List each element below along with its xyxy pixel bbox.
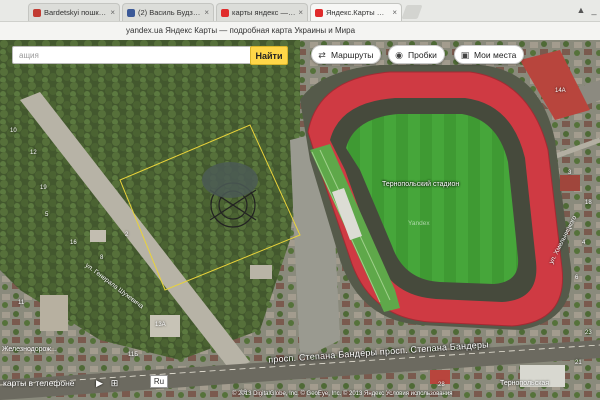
apple-store-icon[interactable] bbox=[80, 378, 90, 388]
browser-tab[interactable]: (2) Василь Будзик - В Бога × bbox=[122, 3, 214, 21]
stadium-label[interactable]: Тернопольский стадион bbox=[382, 181, 459, 188]
house-number: 16 bbox=[70, 240, 77, 246]
copyright-text: © 2013 DigitalGlobe, Inc. © GeoEye, Inc.… bbox=[232, 391, 453, 397]
page-title: yandex.ua Яндекс Карты — подробная карта… bbox=[126, 26, 356, 35]
tab-title: Bardetskyi пошкрие д bbox=[44, 8, 109, 17]
user-profile-icon[interactable]: ▲ bbox=[575, 4, 587, 16]
route-icon: ⇄ bbox=[318, 49, 326, 60]
bookmark-icon: ▣ bbox=[460, 49, 470, 60]
minimize-window-icon[interactable]: _ bbox=[588, 4, 600, 16]
my-places-button[interactable]: ▣ Мои места bbox=[454, 45, 525, 64]
house-number: 6 bbox=[575, 275, 579, 281]
house-number: 11Б bbox=[128, 352, 139, 358]
district-label: Железнодорож... bbox=[2, 346, 57, 353]
traffic-button[interactable]: ◉ Пробки bbox=[388, 45, 445, 64]
tab-title: (2) Василь Будзик - В Бога bbox=[138, 8, 202, 17]
browser-tab[interactable]: карты яндекс — Яндекс: на × bbox=[216, 3, 308, 21]
tab-close-icon[interactable]: × bbox=[390, 8, 397, 17]
tab-favicon-icon bbox=[127, 8, 135, 17]
house-number: 5 bbox=[45, 212, 49, 218]
house-number: 19 bbox=[40, 185, 47, 191]
house-number: 23 bbox=[585, 330, 592, 336]
tab-close-icon[interactable]: × bbox=[296, 8, 303, 17]
traffic-label: Пробки bbox=[408, 49, 437, 60]
satellite-map[interactable] bbox=[0, 40, 600, 400]
house-number: 13А bbox=[155, 322, 166, 328]
browser-tab-active[interactable]: Яндекс.Карты — подробная × bbox=[310, 3, 402, 21]
tab-title: Яндекс.Карты — подробная bbox=[326, 8, 391, 17]
house-number: 2 bbox=[125, 232, 129, 238]
routes-button[interactable]: ⇄ Маршруты bbox=[311, 45, 382, 64]
house-number: 8 bbox=[100, 255, 104, 261]
house-number: 14А bbox=[555, 88, 566, 94]
house-number: 10 bbox=[10, 128, 17, 134]
house-number: 28 bbox=[438, 382, 445, 388]
mobile-app-promo[interactable]: карты в телефоне ▶ ⊞ bbox=[0, 374, 120, 392]
map-canvas[interactable] bbox=[0, 40, 600, 400]
tab-title: карты яндекс — Яндекс: на bbox=[232, 8, 296, 17]
house-number: 21 bbox=[575, 360, 582, 366]
tab-close-icon[interactable]: × bbox=[108, 8, 115, 17]
bottom-right-label: Тернопольская bbox=[500, 380, 550, 387]
promo-text: карты в телефоне bbox=[3, 378, 75, 388]
my-places-label: Мои места bbox=[474, 49, 517, 60]
language-switch[interactable]: Ru bbox=[150, 375, 168, 388]
page-header: yandex.ua Яндекс Карты — подробная карта… bbox=[0, 22, 600, 40]
tab-close-icon[interactable]: × bbox=[202, 8, 209, 17]
routes-label: Маршруты bbox=[331, 49, 374, 60]
windows-store-icon[interactable]: ⊞ bbox=[110, 378, 120, 388]
house-number: 4 bbox=[582, 240, 586, 246]
find-button[interactable]: Найти bbox=[250, 46, 288, 65]
tab-favicon-icon bbox=[315, 8, 323, 17]
browser-tab[interactable]: Bardetskyi пошкрие д × bbox=[28, 3, 120, 21]
house-number: 18 bbox=[585, 200, 592, 206]
google-play-icon[interactable]: ▶ bbox=[95, 378, 105, 388]
house-number: 11 bbox=[18, 300, 25, 306]
browser-tab-strip: Bardetskyi пошкрие д × (2) Василь Будзик… bbox=[0, 0, 600, 22]
map-watermark: Yandex bbox=[408, 220, 430, 227]
traffic-light-icon: ◉ bbox=[395, 49, 403, 60]
house-number: 12 bbox=[30, 150, 37, 156]
house-number: 3 bbox=[568, 170, 572, 176]
tab-favicon-icon bbox=[33, 8, 41, 17]
search-input[interactable]: ащия bbox=[12, 46, 252, 64]
tab-favicon-icon bbox=[221, 8, 229, 17]
new-tab-button[interactable] bbox=[401, 5, 423, 19]
